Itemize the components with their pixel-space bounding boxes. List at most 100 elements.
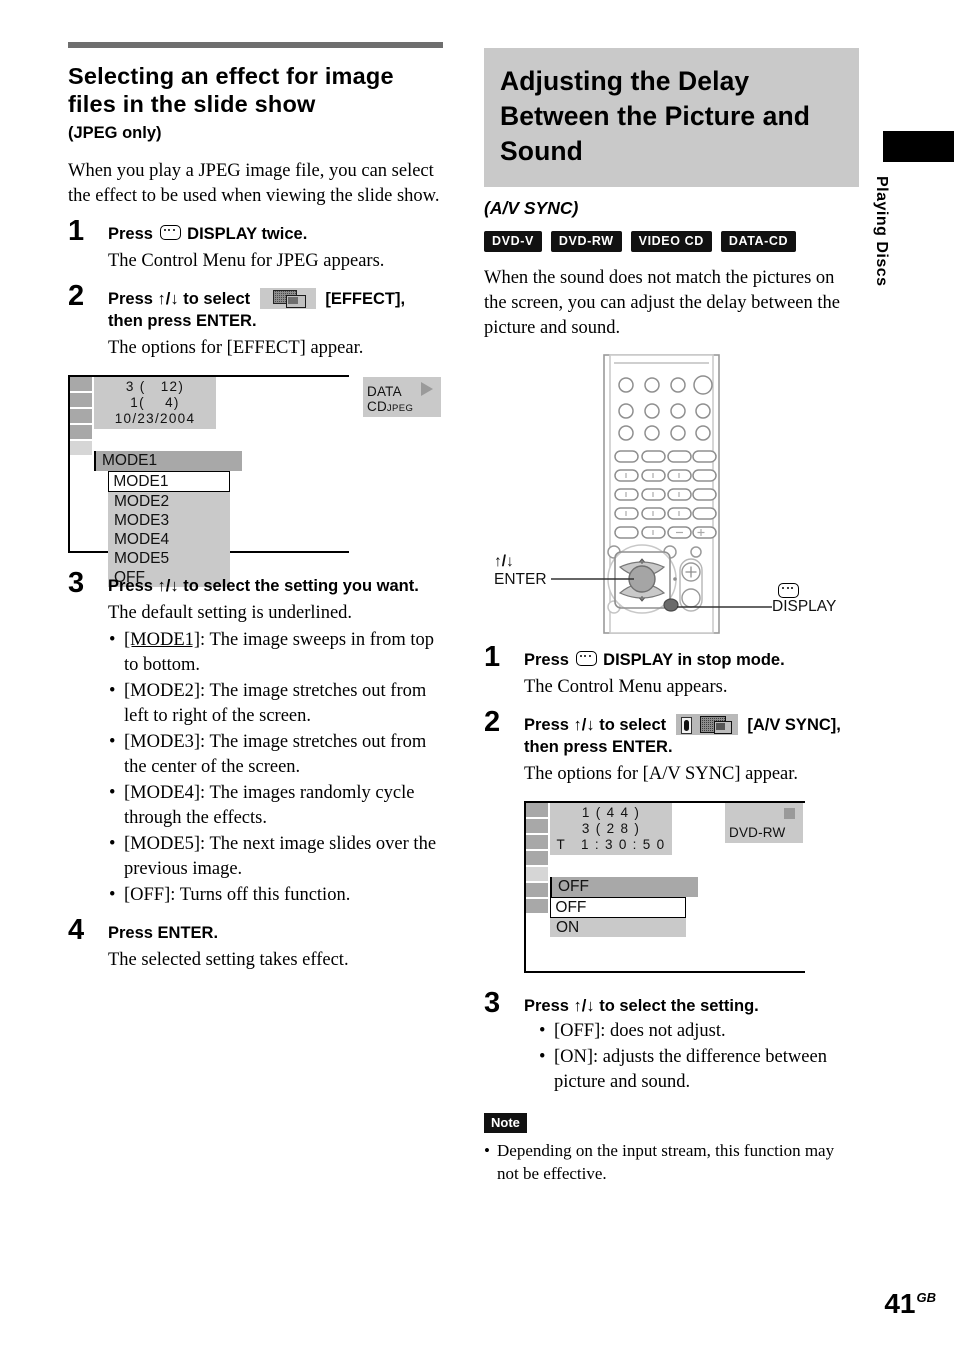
remote-label-display: DISPLAY (772, 598, 837, 615)
section-banner: Adjusting the Delay Between the Picture … (484, 48, 859, 187)
step-heading: Press ↑/↓ to select the setting. (524, 997, 759, 1015)
osd-option-item[interactable]: MODE5 (108, 549, 230, 568)
step-detail: The options for [A/V SYNC] appear. (524, 764, 799, 784)
left-column: Selecting an effect for image files in t… (68, 42, 443, 973)
osd-option-item[interactable]: MODE4 (108, 530, 230, 549)
stop-square-icon (784, 808, 795, 819)
step-heading-pre: Press (108, 225, 153, 243)
note-tag: Note (484, 1113, 527, 1133)
osd-info-line: 3 ( 12) (125, 379, 185, 394)
intro-paragraph: When the sound does not match the pictur… (484, 268, 840, 338)
list-item: [MODE5]: The next image slides over the … (108, 832, 443, 882)
step-1: 1 Press DISPLAY twice. The Control Menu … (68, 217, 443, 274)
step-3: 3 Press ↑/↓ to select the setting. [OFF]… (484, 989, 859, 1095)
setting-desc: : Turns off this function. (170, 885, 351, 905)
osd-info-line: T 1 : 3 0 : 5 0 (556, 837, 666, 852)
step-3: 3 Press ↑/↓ to select the setting you wa… (68, 569, 443, 909)
osd-disc-format-text: JPEG (386, 403, 414, 414)
remote-label-updown: ↑/↓ (494, 553, 514, 570)
list-item: [MODE4]: The images randomly cycle throu… (108, 781, 443, 831)
osd-info-block: 1 ( 4 4 ) 3 ( 2 8 ) T 1 : 3 0 : 5 0 (550, 803, 672, 855)
osd-option-item[interactable]: ON (550, 918, 686, 937)
osd-avsync-diagram: 1 ( 4 4 ) 3 ( 2 8 ) T 1 : 3 0 : 5 0 DVD-… (524, 801, 805, 973)
right-column: Adjusting the Delay Between the Picture … (484, 48, 859, 1185)
step-number: 4 (68, 914, 85, 946)
step-number: 2 (484, 706, 501, 738)
list-item: [MODE3]: The image stretches out from th… (108, 730, 443, 780)
step-detail: The default setting is underlined. (108, 603, 353, 623)
step-2: 2 Press ↑/↓ to select [EFFECT], then pre… (68, 282, 443, 361)
display-icon (159, 225, 181, 240)
osd-disc-label-text: DVD-RW (729, 825, 786, 840)
step-heading-post: DISPLAY in stop mode. (603, 651, 785, 669)
osd-option-list: MODE1 MODE2 MODE3 MODE4 MODE5 OFF (108, 471, 230, 587)
remote-label-enter: ENTER (494, 571, 547, 588)
setting-label: [OFF] (554, 1021, 601, 1041)
display-icon (575, 651, 597, 666)
step-heading-pre: Press ↑/↓ to select (108, 290, 251, 308)
setting-list: [MODE1]: The image sweeps in from top to… (108, 628, 443, 908)
step-detail: The Control Menu for JPEG appears. (108, 251, 385, 271)
page-number-value: 41 (884, 1288, 916, 1319)
page-region-suffix: GB (916, 1290, 937, 1305)
side-tab-marker (883, 131, 954, 162)
osd-info-line: 1( 4) (130, 395, 180, 410)
step-1: 1 Press DISPLAY in stop mode. The Contro… (484, 643, 859, 700)
page-title: Selecting an effect for image files in t… (68, 63, 394, 117)
step-number: 1 (484, 641, 501, 673)
section-title: Adjusting the Delay Between the Picture … (500, 66, 811, 166)
page-subtitle: (JPEG only) (68, 124, 162, 142)
osd-icon-column (70, 377, 92, 457)
list-item: [OFF]: does not adjust. (538, 1019, 859, 1044)
section-rule (68, 42, 443, 48)
display-icon (778, 583, 799, 598)
step-detail: The options for [EFFECT] appear. (108, 338, 364, 358)
step-heading: Press DISPLAY in stop mode. (524, 649, 859, 671)
osd-info-line: 10/23/2004 (114, 411, 196, 426)
section-subtitle: (A/V SYNC) (484, 198, 579, 218)
osd-disc-type: DATA CDJPEG (363, 377, 441, 417)
osd-info-line: 1 ( 4 4 ) (581, 805, 641, 820)
setting-label: [MODE5] (124, 834, 201, 854)
osd-disc-label: DVD-RW (729, 825, 785, 840)
osd-option-item[interactable]: MODE1 (108, 471, 230, 492)
disc-badge: DVD-V (484, 231, 542, 252)
setting-label: [MODE2] (124, 681, 201, 701)
disc-badge: DATA-CD (720, 231, 797, 252)
step-detail: The selected setting takes effect. (108, 950, 349, 970)
osd-effect-diagram: 3 ( 12) 1( 4) 10/23/2004 DATA CDJPEG MOD… (68, 375, 443, 587)
setting-desc: : adjusts the difference between picture… (554, 1047, 827, 1092)
setting-label: [ON] (554, 1047, 594, 1067)
note-text: Depending on the input stream, this func… (484, 1139, 859, 1185)
osd-icon-column (526, 803, 548, 915)
step-heading-pre: Press (524, 651, 569, 669)
setting-list: [OFF]: does not adjust. [ON]: adjusts th… (538, 1019, 859, 1095)
step-number: 3 (484, 987, 501, 1019)
intro-paragraph: When you play a JPEG image file, you can… (68, 161, 440, 206)
step-2: 2 Press ↑/↓ to select [A/V SYNC], then p… (484, 708, 859, 787)
step-heading-pre: Press ↑/↓ to select (524, 716, 667, 734)
step-number: 3 (68, 567, 85, 599)
remote-control-illustration: ↑/↓ ENTER DISPLAY (484, 353, 859, 643)
manual-page: Selecting an effect for image files in t… (0, 0, 954, 1352)
setting-label: [MODE3] (124, 732, 201, 752)
list-item: [MODE1]: The image sweeps in from top to… (108, 628, 443, 678)
avsync-menu-icon (675, 714, 738, 735)
osd-option-list: OFF ON (550, 897, 686, 937)
step-number: 2 (68, 280, 85, 312)
effect-menu-icon (259, 288, 316, 309)
osd-option-item[interactable]: MODE3 (108, 511, 230, 530)
step-heading: Press ↑/↓ to select the setting you want… (108, 577, 419, 595)
osd-disc-type: DVD-RW (725, 803, 803, 843)
side-tab-label: Playing Discs (873, 176, 890, 287)
page-number: 41GB (884, 1288, 936, 1320)
step-heading: Press DISPLAY twice. (108, 223, 443, 245)
osd-option-item[interactable]: MODE2 (108, 492, 230, 511)
osd-option-item[interactable]: OFF (550, 897, 686, 918)
list-item: [OFF]: Turns off this function. (108, 883, 443, 908)
disc-badge-row: DVD-V DVD-RW VIDEO CD DATA-CD (484, 231, 859, 252)
step-heading: Press ↑/↓ to select [EFFECT], then press… (108, 288, 443, 332)
step-heading: Press ↑/↓ to select [A/V SYNC], then pre… (524, 714, 859, 758)
disc-badge: VIDEO CD (630, 231, 712, 252)
step-detail: The Control Menu appears. (524, 677, 728, 697)
